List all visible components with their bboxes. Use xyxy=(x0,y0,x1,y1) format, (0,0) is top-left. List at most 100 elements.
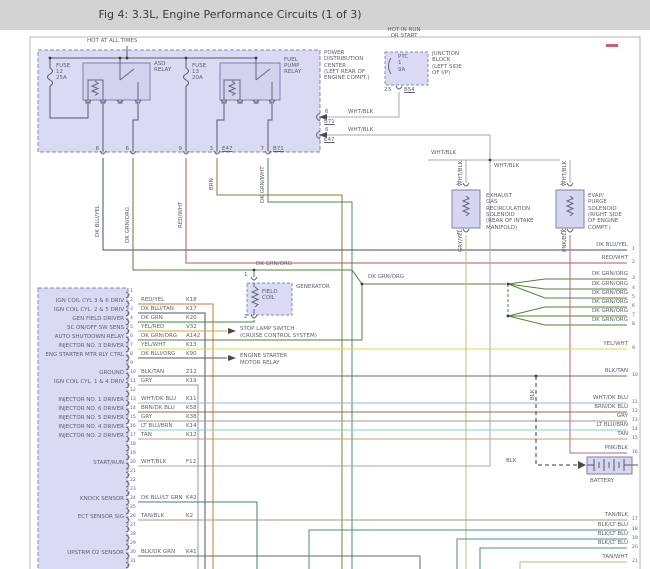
pcm-pin-number: 16 xyxy=(130,424,136,429)
edge-pin-number: 17 xyxy=(632,517,638,522)
edge-pin-number: 6 xyxy=(632,304,635,309)
pcm-pin-number: 8 xyxy=(130,352,133,357)
pcm-pin-number: 30 xyxy=(130,550,136,555)
pcm-circuit-id: K19 xyxy=(186,378,197,384)
block-label-line: ENGINE COMPT.) xyxy=(324,75,370,81)
edge-pin-number: 1 xyxy=(632,247,635,252)
pcm-pin-number: 9 xyxy=(130,361,133,366)
edge-pin-number: 8 xyxy=(632,322,635,327)
edge-pin-number: 9 xyxy=(632,346,635,351)
pcm-pin-number: 5 xyxy=(130,325,133,330)
wiring-diagram-page: Fig 4: 3.3L, Engine Performance Circuits… xyxy=(0,0,650,569)
pcm-pin-number: 18 xyxy=(130,442,136,447)
diagram-label: E47 xyxy=(324,137,334,143)
pcm-pin-number: 29 xyxy=(130,541,136,546)
edge-pin-number: 3 xyxy=(632,276,635,281)
pcm-circuit-id: K11 xyxy=(186,396,197,402)
pcm-pin-number: 11 xyxy=(130,379,136,384)
edge-pin-number: 20 xyxy=(632,545,638,550)
edge-pin-number: 15 xyxy=(632,436,638,441)
edge-pin-number: 13 xyxy=(632,418,638,423)
edge-wire-color: BLK/LT BLU xyxy=(528,531,628,537)
vertical-wire-label: BRN xyxy=(209,178,215,190)
pdc-exit-pin: 8 xyxy=(91,146,99,152)
pdc-exit-connector-id: E47 xyxy=(222,146,232,152)
edge-wire-color: DK GRN/ORG xyxy=(528,290,628,296)
block-label-line: (CRUISE CONTROL SYSTEM) xyxy=(240,333,317,339)
edge-wire-color: BLK/LT BLU xyxy=(528,540,628,546)
pcm-wire-color: WHT/BLK xyxy=(141,459,166,465)
edge-wire-color: DK GRN/ORG xyxy=(528,317,628,323)
diagram-label: 2 xyxy=(244,314,248,320)
block-label-line: MOTOR RELAY xyxy=(240,360,280,366)
pcm-circuit-id: A142 xyxy=(186,333,200,339)
diagram-label: 6 xyxy=(325,109,329,115)
diagram-labels-layer: 1IGN COIL CYL 3 & 6 DRIV2RED/YELK18IGN C… xyxy=(0,0,650,569)
vertical-wire-label: RED/WHT xyxy=(178,202,184,228)
edge-wire-color: GRY xyxy=(528,413,628,419)
pcm-pin-number: 12 xyxy=(130,388,136,393)
pcm-wire-color: DK BLU/LT GRN xyxy=(141,495,183,501)
pcm-circuit-id: K17 xyxy=(186,306,197,312)
diagram-label: B54 xyxy=(404,87,415,93)
relay-pin-number: 87 xyxy=(267,101,277,106)
relay-pin-number: 30 xyxy=(251,101,261,106)
vertical-wire-label: DK BLU/YEL xyxy=(95,205,101,237)
pcm-circuit-id: K41 xyxy=(186,549,197,555)
pdc-exit-pin: 3 xyxy=(205,146,213,152)
edge-wire-color: BLK/LT BLU xyxy=(528,522,628,528)
pcm-wire-color: GRY xyxy=(141,414,152,420)
pcm-wire-color: DK GRN/ORG xyxy=(141,333,177,339)
pcm-wire-color: WHT/DK BLU xyxy=(141,396,176,402)
pcm-pin-number: 1 xyxy=(130,289,133,294)
block-label-line: OR START xyxy=(378,33,430,39)
pcm-row-label: SC ON/OFF SW SENS xyxy=(36,325,124,331)
diagram-label: 23 xyxy=(384,87,391,93)
diagram-label: WHT/BLK xyxy=(494,163,519,169)
edge-pin-number: 16 xyxy=(632,450,638,455)
pcm-pin-number: 21 xyxy=(130,469,136,474)
edge-wire-color: DK BLU/YEL xyxy=(528,242,628,248)
pcm-row-label: IGN COIL CYL 3 & 6 DRIV xyxy=(36,298,124,304)
pcm-pin-number: 28 xyxy=(130,532,136,537)
vertical-wire-label: DK GRN/WHT xyxy=(260,166,266,203)
pdc-exit-connector-id: B71 xyxy=(273,146,284,152)
pcm-circuit-id: K14 xyxy=(186,423,197,429)
pcm-circuit-id: K12 xyxy=(186,432,197,438)
vertical-wire-label: WHT/BLK xyxy=(458,161,464,186)
pdc-exit-pin: 7 xyxy=(256,146,264,152)
diagram-label: B71 xyxy=(324,119,335,125)
pcm-circuit-id: Z12 xyxy=(186,369,197,375)
relay-pin-number: 30 xyxy=(115,101,125,106)
block-label-line: MANIFOLD) xyxy=(486,225,517,231)
edge-pin-number: 14 xyxy=(632,427,638,432)
block-label-line: ENGINE STARTER xyxy=(240,353,287,359)
edge-wire-color: RED/WHT xyxy=(528,255,628,261)
pcm-pin-number: 19 xyxy=(130,451,136,456)
pcm-row-label: IGN COIL CYL. 1 & 4 DRIV xyxy=(36,379,124,385)
pcm-wire-color: TAN/BLK xyxy=(141,513,164,519)
block-label-line: 9A xyxy=(398,67,405,73)
diagram-label: 6 xyxy=(325,127,329,133)
edge-wire-color: BRN/DK BLU xyxy=(528,404,628,410)
edge-pin-number: 21 xyxy=(632,559,638,564)
vertical-wire-label: DK GRN/ORG xyxy=(125,207,131,243)
edge-wire-color: DK GRN/ORG xyxy=(528,299,628,305)
edge-wire-color: DK GRN/ORG xyxy=(528,271,628,277)
edge-wire-color: TAN/WHT xyxy=(528,554,628,560)
relay-pin-number: 86 xyxy=(235,101,245,106)
pcm-pin-number: 17 xyxy=(130,433,136,438)
pcm-row-label: KNOCK SENSOR xyxy=(36,496,124,502)
edge-pin-number: 7 xyxy=(632,313,635,318)
block-label-line: 25A xyxy=(56,75,67,81)
pcm-pin-number: 6 xyxy=(130,334,133,339)
pcm-pin-number: 24 xyxy=(130,496,136,501)
edge-pin-number: 19 xyxy=(632,536,638,541)
pcm-wire-color: LT BLU/BRN xyxy=(141,423,173,429)
pdc-exit-pin: 6 xyxy=(121,146,129,152)
block-label-line: RELAY xyxy=(284,69,301,75)
pdc-exit-pin: 9 xyxy=(174,146,182,152)
edge-wire-color: DK GRN/ORG xyxy=(528,281,628,287)
block-label-line: COIL xyxy=(262,295,275,301)
edge-pin-number: 5 xyxy=(632,295,635,300)
